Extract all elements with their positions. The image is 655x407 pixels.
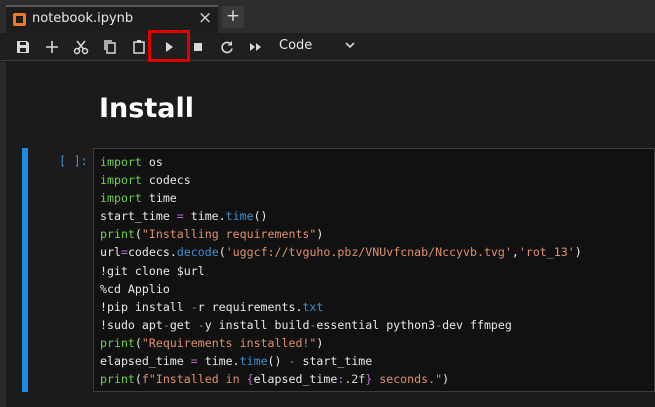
- paste-icon[interactable]: [129, 37, 149, 57]
- code-line: %cd Applio: [100, 281, 170, 296]
- cell-type-select[interactable]: Code: [279, 38, 312, 53]
- fast-forward-icon[interactable]: [246, 37, 266, 57]
- cut-icon[interactable]: [71, 37, 91, 57]
- code-line: print("Requirements installed!"): [100, 335, 324, 350]
- markdown-heading: Install: [99, 93, 194, 124]
- tab-bar: notebook.ipynb × +: [0, 0, 655, 33]
- code-line: !sudo apt-get -y install build-essential…: [100, 317, 512, 332]
- code-line: import os: [100, 155, 163, 169]
- restart-icon[interactable]: [217, 37, 237, 57]
- close-icon[interactable]: ×: [198, 8, 212, 28]
- toolbar: Code: [0, 33, 655, 61]
- cell-prompt: [ ]:: [59, 154, 88, 168]
- add-icon[interactable]: [42, 37, 62, 57]
- copy-icon[interactable]: [100, 37, 120, 57]
- code-line: print("Installing requirements"): [100, 227, 324, 242]
- code-line: import codecs: [100, 173, 191, 188]
- code-line: start_time = time.time(): [100, 209, 268, 224]
- code-line: print(f"Installed in {elapsed_time:.2f} …: [100, 372, 450, 387]
- left-gutter: [0, 62, 6, 407]
- code-line: elapsed_time = time.time() - start_time: [100, 354, 373, 369]
- chevron-down-icon[interactable]: [343, 37, 357, 51]
- code-line: import time: [100, 191, 177, 206]
- tab-label: notebook.ipynb: [32, 11, 134, 26]
- run-button-highlight: [148, 30, 190, 62]
- code-line: !git clone $url: [100, 263, 205, 278]
- tab-notebook[interactable]: notebook.ipynb ×: [6, 5, 218, 33]
- active-cell-indicator: [22, 148, 28, 392]
- new-tab-button[interactable]: +: [222, 6, 244, 28]
- notebook-icon: [13, 13, 26, 26]
- code-editor[interactable]: import os import codecs import time star…: [93, 148, 655, 392]
- code-line: !pip install -r requirements.txt: [100, 299, 324, 314]
- code-line: url=codecs.decode('uggcf://tvguho.pbz/VN…: [100, 245, 582, 260]
- save-icon[interactable]: [13, 37, 33, 57]
- stop-icon[interactable]: [188, 37, 208, 57]
